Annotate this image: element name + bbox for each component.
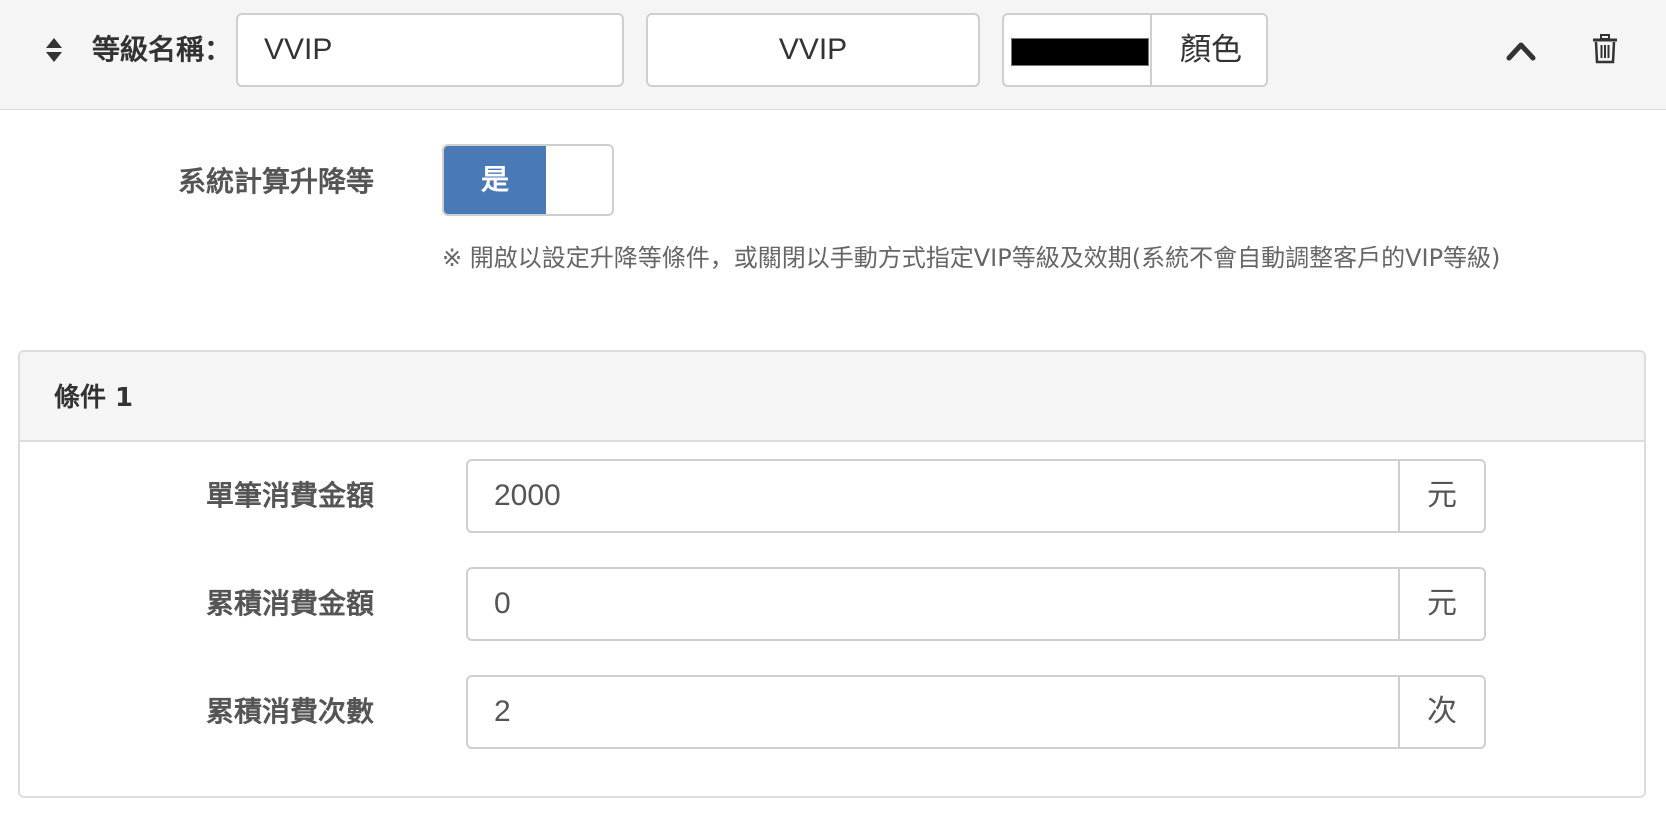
- total-spend-input[interactable]: 0: [494, 569, 511, 639]
- purchase-count-unit: 次: [1398, 677, 1484, 747]
- total-spend-unit: 元: [1398, 569, 1484, 639]
- color-picker[interactable]: 顏色: [1002, 13, 1268, 87]
- condition-panel: 條件 1 單筆消費金額 2000 元 累積消費金額 0 元 累積消費次數 2 次: [18, 350, 1646, 798]
- color-button[interactable]: 顏色: [1150, 15, 1266, 85]
- system-calc-label: 系統計算升降等: [177, 165, 374, 198]
- sort-drag-icon[interactable]: [44, 36, 64, 64]
- color-swatch[interactable]: [1011, 38, 1149, 66]
- single-spend-unit: 元: [1398, 461, 1484, 531]
- total-spend-label: 累積消費金額: [205, 587, 374, 620]
- single-spend-input[interactable]: 2000: [494, 461, 561, 531]
- single-spend-label: 單筆消費金額: [205, 479, 374, 512]
- system-calc-toggle[interactable]: 是: [442, 144, 614, 216]
- condition-panel-heading: 條件 1: [20, 352, 1644, 442]
- system-calc-note: ※ 開啟以設定升降等條件，或關閉以手動方式指定VIP等級及效期(系統不會自動調整…: [442, 244, 1501, 272]
- total-spend-field[interactable]: 0 元: [466, 567, 1486, 641]
- purchase-count-field[interactable]: 2 次: [466, 675, 1486, 749]
- trash-icon[interactable]: [1592, 34, 1618, 64]
- level-header: 等級名稱： VVIP VVIP 顏色: [0, 0, 1666, 110]
- purchase-count-input[interactable]: 2: [494, 677, 511, 747]
- single-spend-field[interactable]: 2000 元: [466, 459, 1486, 533]
- purchase-count-label: 累積消費次數: [205, 695, 374, 728]
- chevron-up-icon[interactable]: [1505, 38, 1537, 62]
- level-name-input[interactable]: VVIP: [236, 13, 624, 87]
- level-name-label: 等級名稱：: [92, 33, 233, 66]
- level-display-name-input[interactable]: VVIP: [646, 13, 980, 87]
- condition-title: 條件 1: [54, 383, 134, 413]
- toggle-on-label[interactable]: 是: [444, 146, 546, 214]
